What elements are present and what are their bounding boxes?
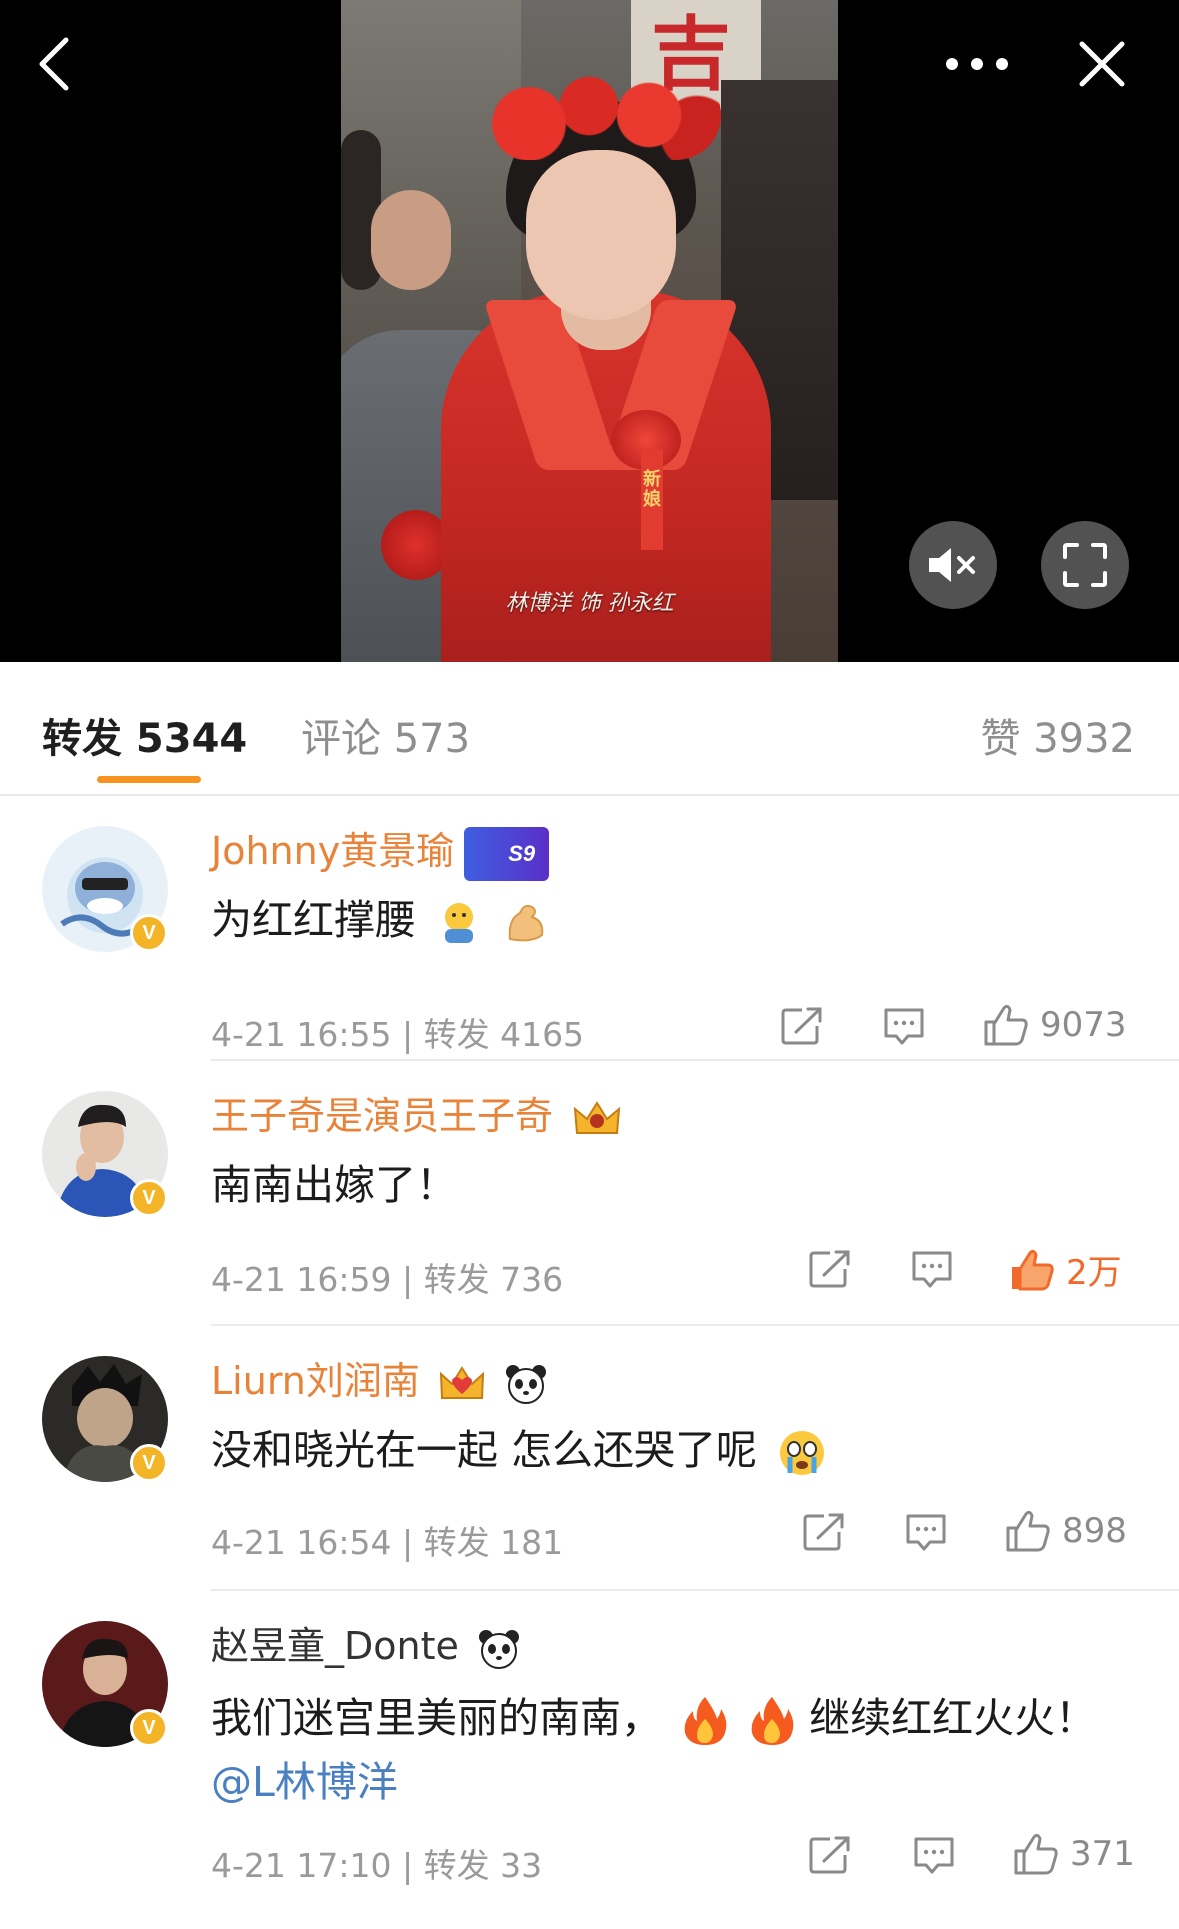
fullscreen-button[interactable]	[1041, 521, 1129, 609]
crying-emoji-icon	[780, 1431, 825, 1475]
comment-text: 南南出嫁了！	[211, 1161, 457, 1209]
share-button[interactable]	[808, 1835, 852, 1875]
ribbon-text: 新娘	[643, 469, 661, 510]
video-caption: 林博洋 饰 孙永红	[505, 591, 674, 616]
fire-emoji-icon	[751, 1697, 794, 1745]
reply-button[interactable]	[912, 1835, 956, 1875]
share-button[interactable]	[808, 1249, 852, 1289]
close-button[interactable]	[1072, 34, 1132, 94]
video-player[interactable]: 吉 新娘 林博洋 饰 孙永红	[0, 0, 1179, 662]
comment-text: 我们迷宫里美丽的南南， 继续红红火火！ @L林博洋	[211, 1694, 1097, 1806]
comment-text: 为红红撑腰	[211, 891, 1111, 949]
thumbs-up-icon	[1014, 1833, 1058, 1875]
tab-comments[interactable]: 评论 573	[301, 706, 470, 764]
username[interactable]: 王子奇是演员王子奇	[211, 1091, 623, 1141]
comment-icon	[912, 1251, 952, 1288]
crown-badge-icon	[573, 1100, 621, 1134]
speaker-muted-icon	[929, 548, 975, 582]
comment-meta: 4-21 16:59 | 转发 736	[211, 1260, 564, 1299]
crown-badge-icon	[439, 1365, 485, 1399]
panda-icon	[506, 1364, 547, 1404]
verified-badge: V	[130, 1444, 168, 1482]
more-button[interactable]	[942, 34, 1012, 94]
back-button[interactable]	[24, 34, 84, 94]
list-item: V 赵昱童_Donte 我们迷宫里美丽的南南， 继续红红火火！ @L林博洋 4-…	[0, 1591, 1179, 1929]
share-icon	[809, 1250, 850, 1288]
list-item: V Johnny黄景瑜 S9 为红红撑腰 4-21 16:55 | 转发 4165…	[0, 796, 1179, 1061]
comment-text: 没和晓光在一起 怎么还哭了呢	[211, 1421, 1111, 1479]
comment-icon	[884, 1008, 924, 1045]
tab-reposts[interactable]: 转发 5344	[42, 706, 247, 764]
thumbs-up-icon	[984, 1004, 1028, 1046]
verified-badge: V	[130, 914, 168, 952]
fullscreen-icon	[1063, 543, 1107, 587]
thumbs-up-icon	[1012, 1249, 1054, 1290]
comment-meta: 4-21 16:55 | 转发 4165	[211, 1015, 585, 1054]
verified-badge: V	[130, 1179, 168, 1217]
reply-button[interactable]	[882, 1006, 926, 1046]
active-tab-indicator	[97, 776, 201, 783]
comment-meta: 4-21 16:54 | 转发 181	[211, 1523, 564, 1562]
fire-emoji-icon	[684, 1697, 727, 1745]
like-button[interactable]: 898	[1004, 1508, 1127, 1554]
share-icon	[803, 1513, 844, 1551]
reply-button[interactable]	[910, 1249, 954, 1289]
comment-meta: 4-21 17:10 | 转发 33	[211, 1846, 543, 1885]
mention-link[interactable]: @L林博洋	[211, 1758, 398, 1806]
username[interactable]: Johnny黄景瑜 S9	[211, 826, 550, 881]
comment-icon	[914, 1837, 954, 1874]
share-icon	[781, 1007, 822, 1045]
username[interactable]: 赵昱童_Donte	[211, 1621, 521, 1671]
more-dots-icon	[946, 58, 1008, 70]
share-icon	[809, 1836, 850, 1874]
tab-likes[interactable]: 赞 3932	[980, 706, 1135, 764]
reply-button[interactable]	[904, 1512, 948, 1552]
list-item: V Liurn刘润南 没和晓光在一起 怎么还哭了呢 4-21 16:54 | 转…	[0, 1326, 1179, 1591]
tab-bar: 转发 5344 评论 573 赞 3932	[0, 662, 1179, 794]
s9-membership-badge: S9	[464, 826, 550, 881]
verified-badge: V	[130, 1709, 168, 1747]
comment-icon	[906, 1514, 946, 1551]
mute-button[interactable]	[909, 521, 997, 609]
like-button[interactable]: 9073	[982, 1002, 1127, 1048]
muscle-emoji-icon	[508, 904, 544, 942]
like-button[interactable]: 2万	[1008, 1245, 1122, 1294]
share-button[interactable]	[802, 1512, 846, 1552]
chevron-left-icon	[39, 37, 69, 91]
like-button[interactable]: 371	[1012, 1831, 1135, 1877]
hug-emoji-icon	[445, 903, 474, 943]
thumbs-up-icon	[1006, 1510, 1050, 1552]
list-item: V 王子奇是演员王子奇 南南出嫁了！ 4-21 16:59 | 转发 736 2…	[0, 1061, 1179, 1326]
share-button[interactable]	[780, 1006, 824, 1046]
username[interactable]: Liurn刘润南	[211, 1356, 548, 1406]
panda-icon	[478, 1629, 519, 1669]
close-icon	[1079, 41, 1125, 87]
video-frame[interactable]: 吉 新娘 林博洋 饰 孙永红	[341, 0, 838, 662]
